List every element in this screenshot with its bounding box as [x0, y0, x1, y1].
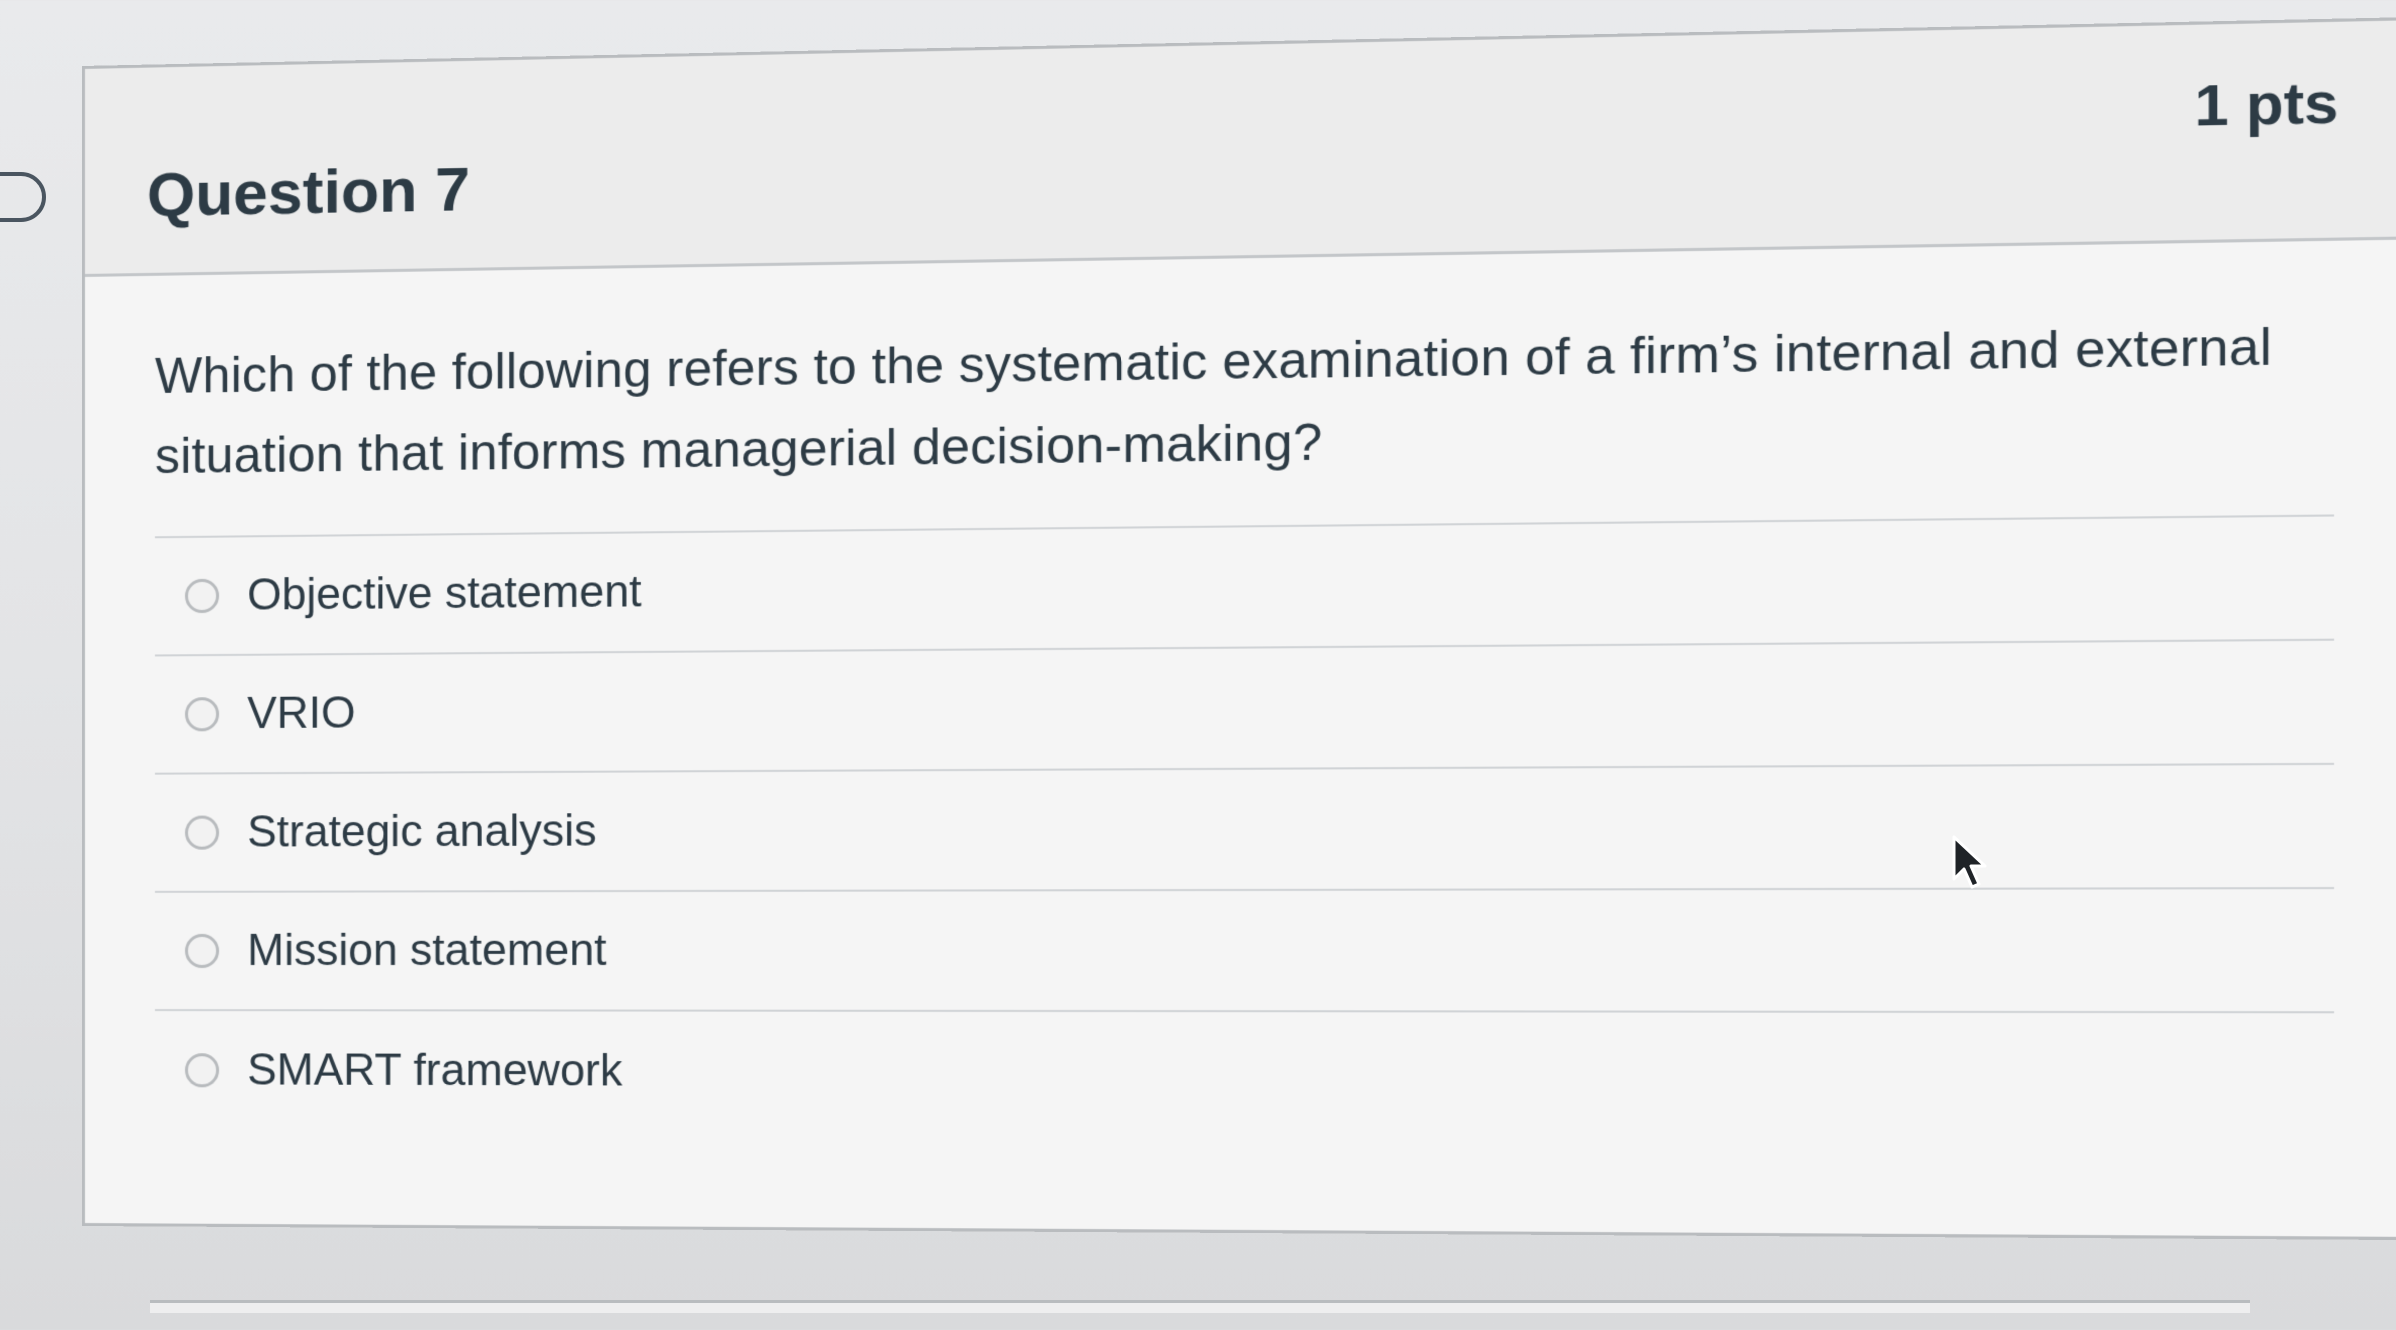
- answer-label: SMART framework: [247, 1045, 623, 1096]
- radio-icon[interactable]: [184, 1053, 220, 1088]
- answer-label: Strategic analysis: [247, 806, 597, 857]
- answer-option[interactable]: SMART framework: [155, 1011, 2334, 1137]
- answer-option[interactable]: Objective statement: [154, 516, 2335, 657]
- question-body: Which of the following refers to the sys…: [85, 240, 2396, 1138]
- radio-icon[interactable]: [184, 815, 220, 850]
- mouse-pointer-icon: [1952, 835, 1987, 889]
- radio-icon[interactable]: [184, 933, 220, 969]
- answer-option[interactable]: VRIO: [154, 640, 2335, 775]
- answer-label: Mission statement: [247, 925, 607, 976]
- flag-question-icon[interactable]: [0, 172, 46, 222]
- question-title: Question 7: [146, 154, 470, 230]
- next-question-edge: [150, 1300, 2250, 1313]
- question-header: Question 7 1 pts: [84, 20, 2396, 277]
- question-points: 1 pts: [2194, 69, 2339, 139]
- answer-option[interactable]: Strategic analysis: [154, 764, 2335, 893]
- answer-label: Objective statement: [247, 566, 642, 620]
- answer-option[interactable]: Mission statement: [154, 889, 2335, 1014]
- radio-icon[interactable]: [184, 697, 220, 732]
- question-card: Question 7 1 pts Which of the following …: [82, 17, 2396, 1241]
- answer-label: VRIO: [247, 688, 356, 739]
- answer-list: Objective statement VRIO Strategic analy…: [154, 514, 2335, 1138]
- radio-icon[interactable]: [184, 578, 220, 614]
- question-text: Which of the following refers to the sys…: [154, 317, 2273, 485]
